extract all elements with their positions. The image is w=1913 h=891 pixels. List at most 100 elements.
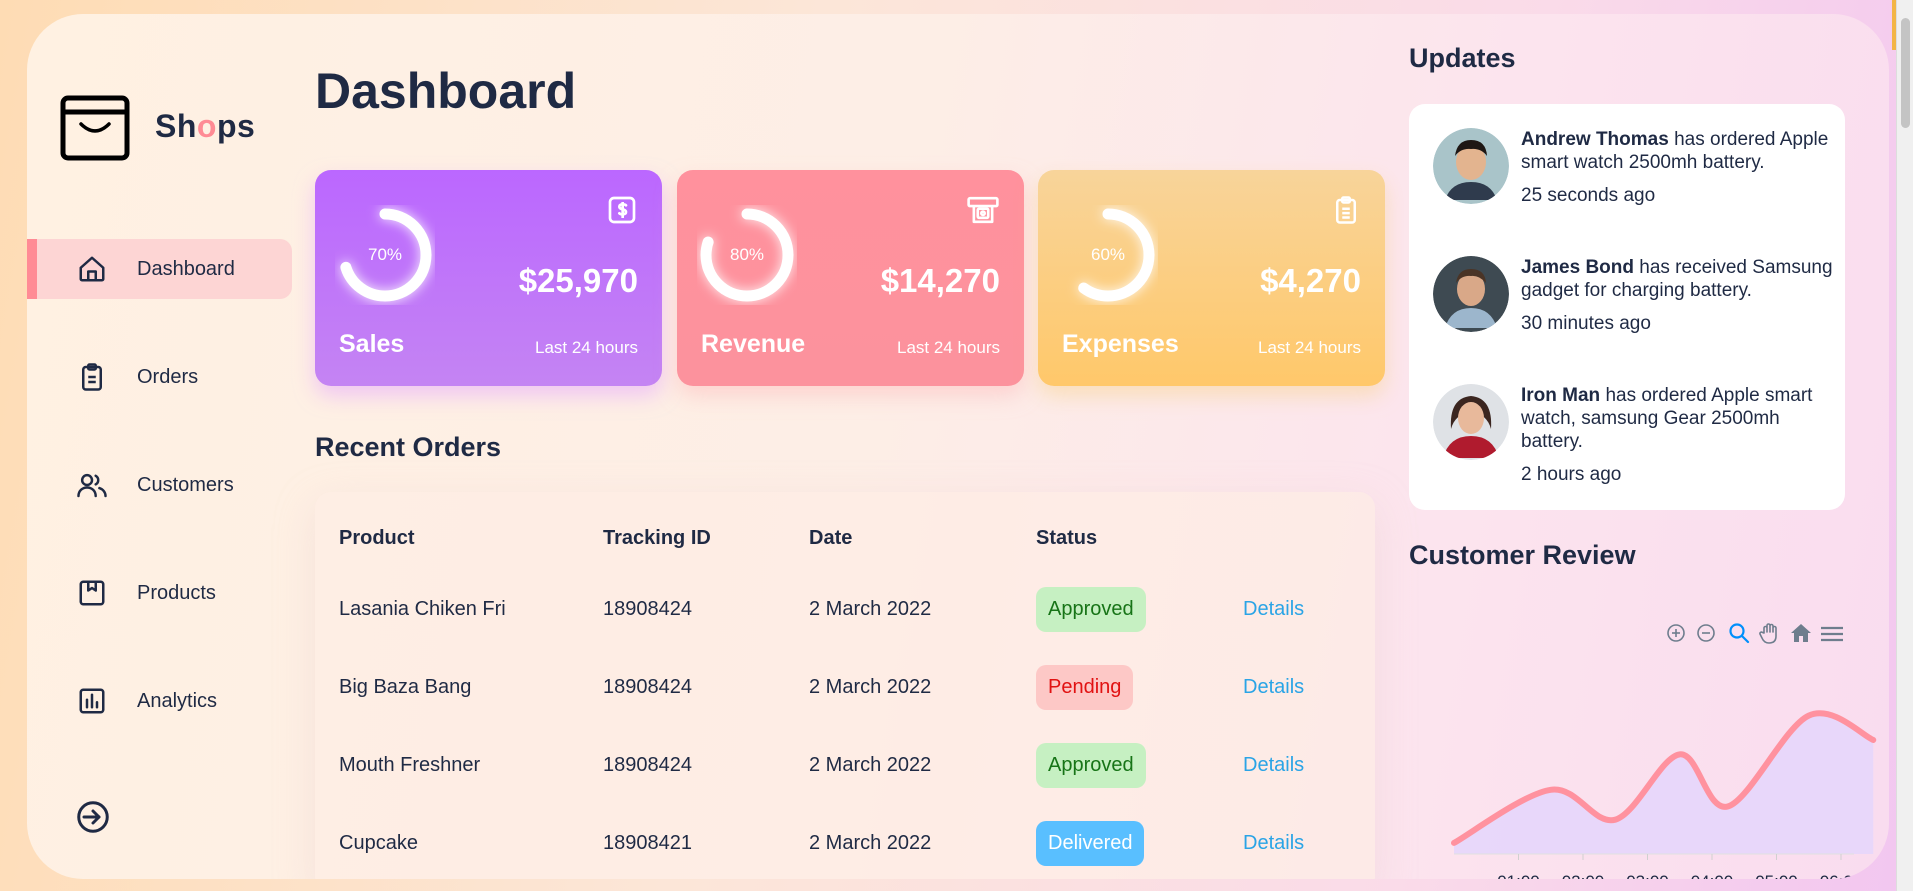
avatar — [1433, 128, 1509, 204]
avatar — [1433, 256, 1509, 332]
action-cell: Details — [1243, 570, 1375, 648]
details-link[interactable]: Details — [1243, 676, 1304, 698]
tracking-cell: 18908421 — [603, 831, 692, 854]
status-badge: Approved — [1036, 742, 1146, 788]
action-cell: Details — [1243, 804, 1375, 879]
pan-hand-icon[interactable] — [1759, 623, 1777, 644]
x-tick-label: 03:00 — [1626, 872, 1669, 879]
x-tick-label: 04:00 — [1691, 872, 1734, 879]
tracking-cell: 18908424 — [603, 597, 692, 620]
update-item: Andrew Thomas has ordered Apple smart wa… — [1433, 128, 1841, 207]
date-cell: 2 March 2022 — [809, 831, 932, 854]
column-header-empty — [1243, 492, 1375, 570]
status-badge: Pending — [1036, 664, 1134, 710]
package-icon — [75, 576, 109, 610]
product-cell: Cupcake — [339, 831, 418, 854]
sidebar-item-dashboard[interactable]: Dashboard — [27, 239, 292, 299]
updates-panel: Andrew Thomas has ordered Apple smart wa… — [1409, 104, 1845, 510]
update-name: James Bond — [1521, 257, 1634, 278]
update-time: 2 hours ago — [1521, 464, 1622, 485]
action-cell: Details — [1243, 726, 1375, 804]
sign-out-icon — [77, 801, 109, 833]
x-tick-label: 05:00 — [1755, 872, 1798, 879]
review-area-chart: 01:00 02:00 03:00 04:00 05:00 06:00 — [1451, 623, 1877, 879]
sidebar-item-customers[interactable]: Customers — [27, 455, 292, 515]
sidebar-item-label: Orders — [137, 365, 199, 388]
card-period: Last 24 hours — [534, 338, 638, 357]
brand-logo[interactable]: Shops — [59, 90, 255, 162]
x-tick-label: 02:00 — [1562, 872, 1605, 879]
status-cell: Approved — [1036, 570, 1243, 648]
product-cell: Lasania Chiken Fri — [339, 597, 506, 620]
card-period: Last 24 hours — [1257, 338, 1361, 357]
sidebar-item-analytics[interactable]: Analytics — [27, 671, 292, 731]
sidebar-item-label: Customers — [137, 473, 234, 496]
zoom-out-icon[interactable] — [1697, 624, 1715, 642]
details-link[interactable]: Details — [1243, 598, 1304, 620]
home-reset-icon[interactable] — [1791, 624, 1811, 642]
date-cell: 2 March 2022 — [809, 675, 932, 698]
logout-button[interactable] — [75, 799, 111, 840]
status-badge: Delivered — [1036, 820, 1145, 866]
card-title: Expenses — [1062, 330, 1179, 358]
sales-card[interactable]: 70% $25,970 Sales Last 24 hours — [315, 170, 662, 386]
customer-review-title: Customer Review — [1409, 540, 1636, 570]
home-icon — [75, 252, 109, 286]
card-amount: $4,270 — [1260, 262, 1361, 299]
zoom-in-icon[interactable] — [1667, 624, 1685, 642]
sidebar-item-label: Products — [137, 581, 216, 604]
progress-percent: 60% — [1090, 245, 1126, 264]
table-row: Mouth Freshner 18908424 2 March 2022 App… — [315, 726, 1375, 804]
card-title: Revenue — [701, 330, 806, 358]
area-fill — [1454, 713, 1874, 854]
update-name: Iron Man — [1521, 385, 1601, 406]
sidebar-item-label: Analytics — [137, 689, 218, 712]
dollar-icon — [608, 196, 636, 224]
status-badge: Approved — [1036, 586, 1146, 632]
menu-icon[interactable] — [1821, 626, 1843, 642]
date-cell: 2 March 2022 — [809, 753, 932, 776]
card-amount: $14,270 — [880, 262, 1000, 299]
page-scrollbar[interactable] — [1896, 0, 1913, 891]
orders-table-panel: Product Tracking ID Date Status Lasania … — [315, 492, 1375, 879]
sidebar-nav: Dashboard Orders Customers Products Anal… — [27, 239, 292, 779]
column-header: Date — [809, 526, 853, 549]
update-item: James Bond has received Samsung gadget f… — [1433, 256, 1841, 335]
sidebar-item-label: Dashboard — [137, 257, 235, 280]
update-name: Andrew Thomas — [1521, 129, 1669, 150]
update-text: Iron Man has ordered Apple smart watch, … — [1521, 384, 1841, 486]
status-cell: Delivered — [1036, 804, 1243, 879]
update-time: 30 minutes ago — [1521, 313, 1651, 334]
sidebar-item-products[interactable]: Products — [27, 563, 292, 623]
details-link[interactable]: Details — [1243, 832, 1304, 854]
scrollbar-thumb[interactable] — [1901, 18, 1910, 128]
status-cell: Pending — [1036, 648, 1243, 726]
status-cell: Approved — [1036, 726, 1243, 804]
clipboard-icon — [1336, 196, 1356, 224]
shopping-bag-icon — [60, 95, 130, 161]
table-row: Cupcake 18908421 2 March 2022 Delivered … — [315, 804, 1375, 879]
zoom-select-icon[interactable] — [1729, 623, 1750, 644]
users-icon — [75, 468, 109, 502]
update-text: James Bond has received Samsung gadget f… — [1521, 256, 1841, 335]
orders-table: Product Tracking ID Date Status Lasania … — [315, 492, 1375, 879]
product-cell: Mouth Freshner — [339, 753, 481, 776]
card-period: Last 24 hours — [896, 338, 1000, 357]
tracking-cell: 18908424 — [603, 675, 692, 698]
date-cell: 2 March 2022 — [809, 597, 932, 620]
action-cell: Details — [1243, 648, 1375, 726]
column-header: Product — [339, 526, 415, 549]
sidebar-item-orders[interactable]: Orders — [27, 347, 292, 407]
card-title: Sales — [339, 330, 405, 358]
expenses-card[interactable]: 60% $4,270 Expenses Last 24 hours — [1038, 170, 1385, 386]
x-tick-label: 06:00 — [1820, 872, 1863, 879]
app-frame: Shops Dashboard Orders Customers Product… — [27, 14, 1889, 879]
card-amount: $25,970 — [518, 262, 638, 299]
column-header: Status — [1036, 526, 1098, 549]
update-time: 25 seconds ago — [1521, 185, 1656, 206]
updates-title: Updates — [1409, 43, 1516, 73]
revenue-card[interactable]: 80% $14,270 Revenue Last 24 hours — [677, 170, 1024, 386]
brand-name: Shops — [155, 107, 256, 144]
customer-review-chart: 01:00 02:00 03:00 04:00 05:00 06:00 — [1409, 604, 1879, 879]
details-link[interactable]: Details — [1243, 754, 1304, 776]
